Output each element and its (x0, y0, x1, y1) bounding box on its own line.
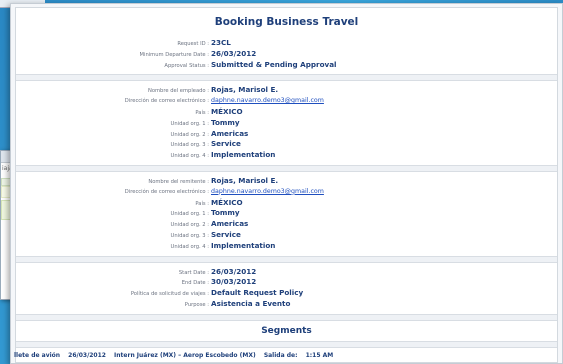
employee-row: Unidad org. 1 : Tommy (16, 118, 557, 129)
field-label: Unidad org. 1 : (170, 211, 209, 218)
field-label: Purpose : (184, 301, 209, 308)
field-label: Dirección de correo electrónico : (124, 188, 209, 195)
field-value: Americas (211, 128, 249, 138)
segment-row[interactable]: llete de avión 26/03/2012 Intern Juárez … (14, 348, 557, 362)
field-value: Rojas, Marisol E. (211, 85, 279, 95)
email-link[interactable]: daphne.navarro.demo3@gmail.com (211, 96, 324, 107)
field-label: Dirección de correo electrónico : (124, 98, 209, 105)
field-value: Submitted & Pending Approval (211, 59, 337, 69)
field-label: Unidad org. 4 : (170, 153, 209, 160)
field-label: Start Date : (178, 269, 209, 276)
divider (16, 164, 557, 172)
trip-row: Start Date :26/03/2012 (16, 267, 557, 278)
sender-row: País : MÉXICO (16, 198, 557, 209)
field-value: Tommy (211, 117, 240, 127)
field-value: MÉXICO (211, 197, 243, 207)
employee-row: Unidad org. 2 : Americas (16, 129, 557, 140)
employee-row: País : MÉXICO (16, 107, 557, 118)
divider (16, 255, 557, 263)
employee-row: Unidad org. 3 : Service (16, 139, 557, 150)
field-value: 26/03/2012 (211, 48, 257, 58)
employee-row: Nombre del empleado : Rojas, Marisol E. (16, 85, 557, 96)
field-value: Service (211, 229, 241, 239)
sender-row: Dirección de correo electrónico : daphne.… (16, 187, 557, 198)
divider (16, 313, 557, 321)
sender-section: Nombre del remitente : Rojas, Marisol E. D… (16, 172, 557, 256)
segment-date: 26/03/2012 (68, 351, 106, 359)
field-label: Unidad org. 4 : (170, 243, 209, 250)
trip-row: Purpose : Asistencia a Evento (16, 299, 557, 310)
field-label: Request ID : (177, 41, 209, 47)
divider (16, 74, 557, 82)
sender-row: Unidad org. 3 : Service (16, 230, 557, 241)
field-value: Americas (211, 219, 249, 229)
field-value: Tommy (211, 208, 240, 218)
segment-route: Intern Juárez (MX) – Aerop Escobedo (MX) (114, 351, 256, 359)
sender-row: Nombre del remitente : Rojas, Marisol E. (16, 176, 557, 187)
field-value: 23CL (211, 38, 231, 47)
segment-departure-label: Salida de: (263, 351, 298, 359)
segment-type: llete de avión (14, 351, 61, 359)
field-value: Asistencia a Evento (211, 298, 291, 308)
field-label: Unidad org. 3 : (170, 232, 209, 239)
request-row: Minimum Departure Date :26/03/2012 (16, 49, 557, 60)
trip-section: Start Date :26/03/2012 End Date :30/03/20… (16, 263, 557, 314)
field-label: País : (195, 109, 209, 116)
field-label: Unidad org. 3 : (170, 142, 209, 149)
field-value: Default Request Policy (211, 288, 304, 298)
field-value: Rojas, Marisol E. (211, 175, 279, 185)
email-link[interactable]: daphne.navarro.demo3@gmail.com (211, 187, 324, 198)
field-value: MÉXICO (211, 106, 243, 116)
field-label: Unidad org. 2 : (170, 222, 209, 229)
page-title: Booking Business Travel (214, 16, 359, 28)
employee-section: Nombre del empleado : Rojas, Marisol E. Di… (16, 81, 557, 165)
employee-row: Unidad org. 4 : Implementation (16, 150, 557, 161)
request-row: Request ID :23CL (16, 38, 557, 49)
employee-row: Dirección de correo electrónico : daphne.… (16, 96, 557, 107)
field-label: Approval Status : (164, 62, 209, 69)
sender-row: Unidad org. 4 : Implementation (16, 241, 557, 252)
sender-row: Unidad org. 2 : Americas (16, 219, 557, 230)
field-label: Unidad org. 2 : (170, 131, 209, 138)
field-label: Política de solicitud de viajes : (130, 291, 209, 298)
field-label: País : (195, 200, 209, 207)
field-value: Implementation (211, 150, 276, 160)
field-value: 26/03/2012 (211, 266, 257, 276)
sender-row: Unidad org. 1 : Tommy (16, 208, 557, 219)
trip-row: End Date :30/03/2012 (16, 277, 557, 288)
segment-departure-time: 1:15 AM (305, 351, 334, 359)
field-label: Unidad org. 1 : (170, 120, 209, 127)
field-value: 30/03/2012 (211, 277, 257, 287)
field-label: End Date : (181, 280, 209, 287)
divider (16, 340, 557, 348)
booking-card: Booking Business Travel Request ID :23CL… (10, 3, 563, 364)
trip-row: Política de solicitud de viajes : Default… (16, 288, 557, 299)
field-value: Implementation (211, 240, 276, 250)
request-section: Request ID :23CL Minimum Departure Date :… (16, 34, 557, 74)
field-label: Minimum Departure Date : (139, 51, 209, 58)
request-row: Approval Status : Submitted & Pending App… (16, 60, 557, 71)
field-value: Service (211, 139, 241, 149)
booking-panel: Booking Business Travel Request ID :23CL… (14, 7, 558, 363)
segments-title: Segments (261, 325, 312, 336)
